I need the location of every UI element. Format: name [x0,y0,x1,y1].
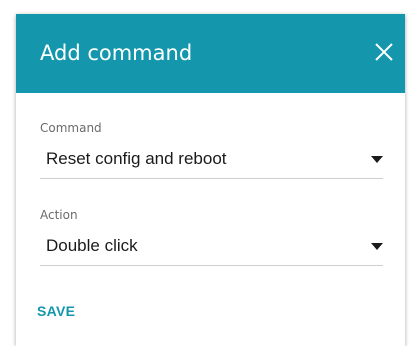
command-select[interactable]: Reset config and reboot [40,144,383,179]
chevron-down-icon [371,243,383,250]
add-command-dialog: Add command [16,14,405,346]
action-label: Action [40,208,78,222]
chevron-down-icon [371,156,383,163]
command-label: Command [40,121,102,135]
dialog-header: Add command [16,14,405,93]
dialog-title: Add command [40,41,193,65]
close-icon [375,43,393,61]
command-selected-value: Reset config and reboot [46,149,227,168]
action-select[interactable]: Double click [40,231,383,266]
close-button[interactable] [371,39,397,65]
save-button[interactable]: SAVE [37,302,75,320]
action-selected-value: Double click [46,236,138,255]
